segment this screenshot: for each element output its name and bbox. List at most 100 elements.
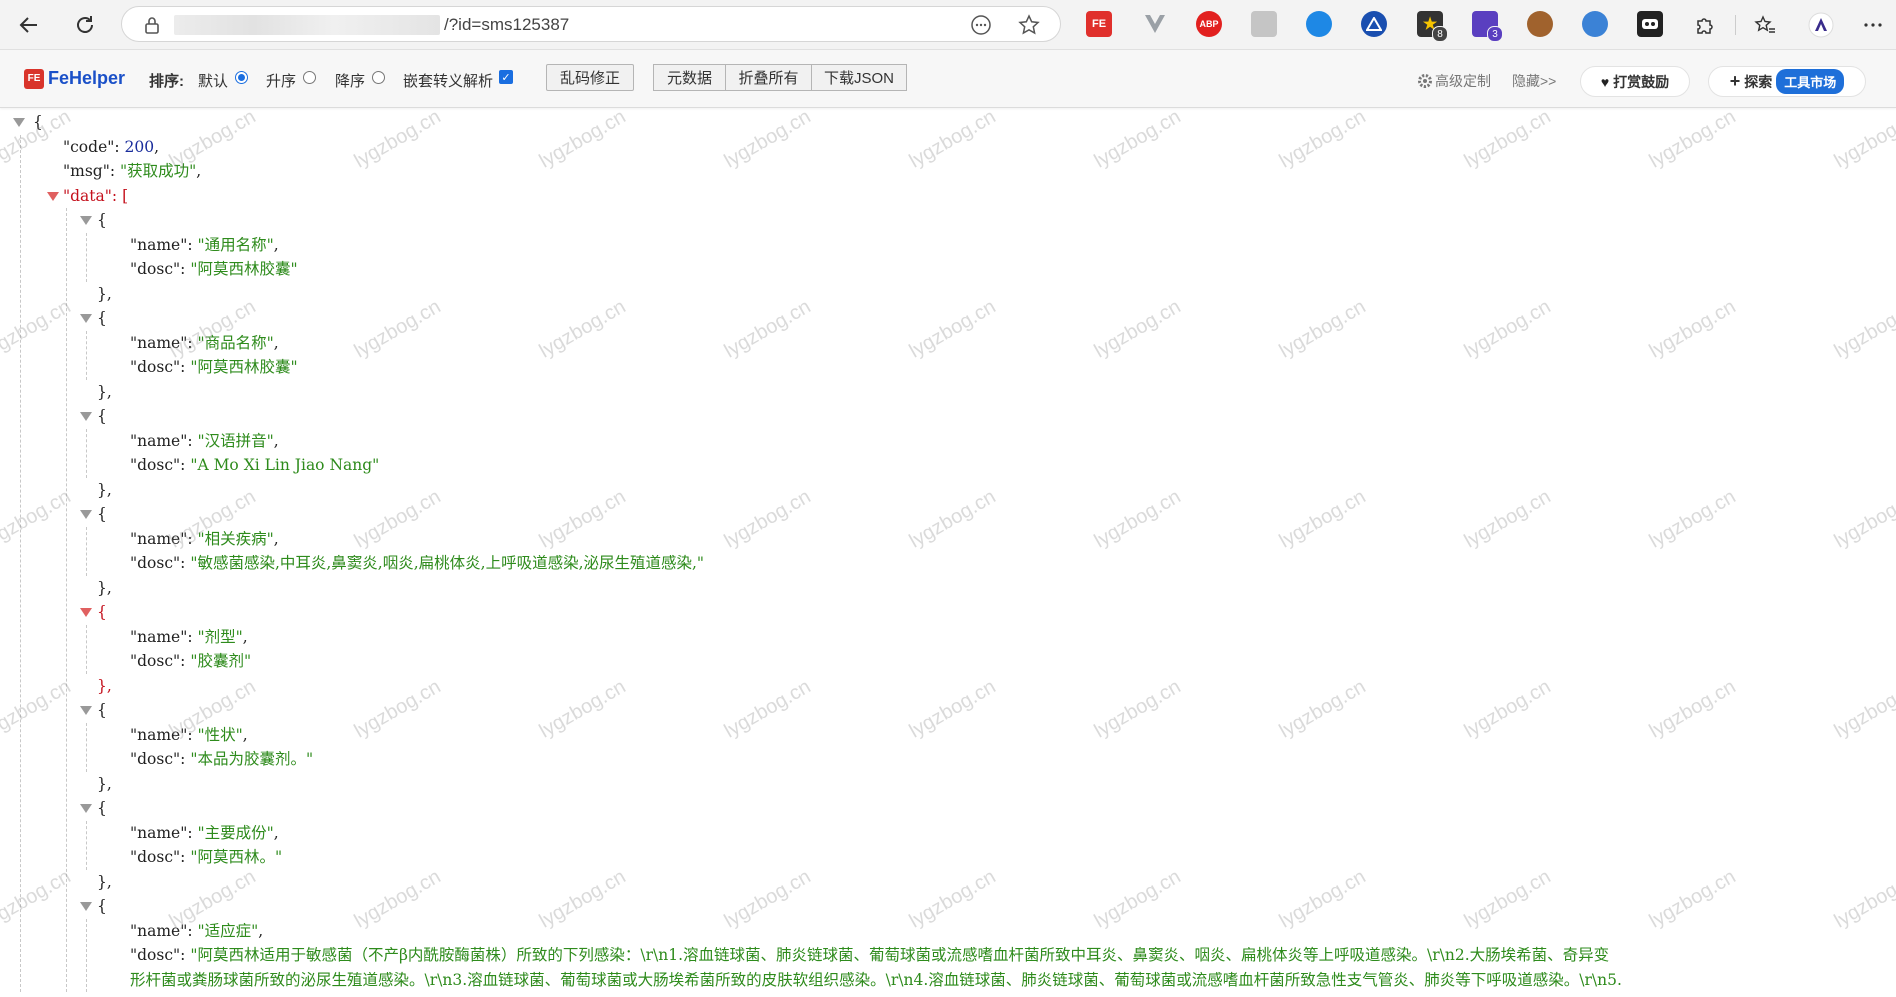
react-devtools-icon[interactable] — [1251, 11, 1277, 37]
sort-default-radio[interactable] — [235, 71, 248, 84]
more-menu-button[interactable] — [1858, 10, 1888, 40]
media-ext-icon[interactable] — [1306, 11, 1332, 37]
json-object-close: }, — [97, 870, 112, 894]
indent-guide — [86, 526, 87, 576]
cube-ext-icon[interactable]: 3 — [1472, 11, 1503, 42]
json-punctuation: { — [97, 799, 107, 817]
indent-guide — [86, 428, 87, 478]
advanced-settings-label: 高级定制 — [1435, 73, 1491, 89]
json-name-line: "name": "汉语拼音", — [130, 429, 279, 453]
collapse-toggle-icon[interactable] — [13, 118, 25, 127]
more-dots-icon — [1864, 23, 1882, 27]
sort-asc-label: 升序 — [266, 73, 297, 90]
json-punctuation: }, — [97, 676, 112, 695]
json-code-line: "code": 200, — [63, 135, 159, 159]
donate-label: 打赏鼓励 — [1613, 73, 1670, 90]
raw-data-button[interactable]: 元数据 — [653, 64, 726, 91]
indent-guide — [20, 134, 21, 992]
reload-icon — [77, 16, 93, 33]
json-punctuation: : — [180, 358, 191, 376]
plus-icon: + — [1729, 71, 1741, 91]
profile-button[interactable] — [1806, 10, 1836, 40]
vue-devtools-icon[interactable] — [1142, 11, 1168, 37]
json-punctuation: { — [97, 701, 107, 719]
reload-button[interactable] — [70, 10, 100, 40]
json-punctuation: , — [273, 529, 279, 548]
collapse-all-button[interactable]: 折叠所有 — [725, 64, 812, 91]
collapse-toggle-icon[interactable] — [80, 608, 92, 617]
indent-guide — [86, 820, 87, 870]
fehelper-logo-text: FeHelper — [48, 68, 126, 88]
indent-guide — [86, 232, 87, 282]
nested-escape-label: 嵌套转义解析 — [403, 73, 494, 90]
profile-avatar-icon — [1808, 12, 1834, 38]
json-object-open: { — [97, 208, 107, 232]
back-button[interactable] — [14, 10, 44, 40]
triangle-ext-icon[interactable] — [1361, 11, 1387, 37]
fix-garbled-button[interactable]: 乱码修正 — [546, 64, 634, 91]
explore-button[interactable]: + 探索 工具市场 — [1708, 66, 1866, 97]
collapse-toggle-icon[interactable] — [80, 706, 92, 715]
indent-guide — [66, 208, 67, 992]
json-punctuation: , — [258, 921, 264, 940]
json-dosc-line: "dosc": "本品为胶囊剂。" — [130, 747, 313, 771]
collapse-toggle-icon[interactable] — [80, 412, 92, 421]
json-punctuation: { — [97, 211, 107, 229]
json-string-value: 形杆菌或粪肠球菌所致的泌尿生殖道感染。\r\n3.溶血链球菌、葡萄球菌或大肠埃希… — [130, 970, 1622, 989]
json-punctuation: , — [196, 162, 202, 180]
json-string-value: "敏感菌感染,中耳炎,鼻窦炎,咽炎,扁桃体炎,上呼吸道感染,泌尿生殖道感染," — [190, 554, 705, 572]
json-punctuation: : — [180, 946, 191, 964]
fehelper-ext-icon[interactable]: FE — [1086, 11, 1112, 37]
cookie-ext-icon[interactable] — [1527, 11, 1553, 37]
json-punctuation: { — [33, 113, 43, 131]
mask-ext-icon[interactable] — [1637, 11, 1663, 37]
json-punctuation: { — [97, 407, 107, 425]
json-key: "dosc" — [130, 848, 181, 866]
json-object-close: }, — [97, 282, 112, 306]
json-key: "dosc" — [130, 358, 181, 376]
json-object-close: }, — [97, 674, 112, 698]
favorite-star-icon[interactable] — [1018, 14, 1040, 40]
star-ext-icon[interactable]: ★ 8 — [1417, 11, 1448, 42]
json-object-open: { — [97, 306, 107, 330]
donate-button[interactable]: ♥ 打赏鼓励 — [1580, 66, 1690, 97]
reader-mode-icon[interactable] — [970, 14, 992, 40]
extensions-puzzle-icon[interactable] — [1692, 11, 1718, 37]
json-punctuation: , — [242, 627, 248, 646]
collapse-toggle-icon[interactable] — [47, 191, 59, 201]
json-object-close: }, — [97, 576, 112, 600]
sort-desc-radio[interactable] — [372, 71, 385, 84]
json-punctuation: : — [109, 162, 120, 180]
fehelper-logo-icon: FE — [24, 68, 44, 89]
address-bar[interactable]: /?id=sms125387 — [121, 6, 1061, 42]
json-punctuation: : — [180, 750, 191, 768]
json-key: "dosc" — [130, 260, 181, 278]
collapse-toggle-icon[interactable] — [80, 216, 92, 225]
indent-guide — [86, 918, 87, 992]
fehelper-logo[interactable]: FE FeHelper — [24, 68, 125, 89]
collapse-toggle-icon[interactable] — [80, 902, 92, 911]
collapse-toggle-icon[interactable] — [80, 314, 92, 323]
json-name-line: "name": "主要成份", — [130, 821, 279, 845]
hide-toolbar-link[interactable]: 隐藏>> — [1512, 71, 1556, 91]
collapse-toggle-icon[interactable] — [80, 804, 92, 813]
download-json-button[interactable]: 下载JSON — [811, 64, 907, 91]
json-punctuation: : — [187, 333, 198, 352]
nested-escape-checkbox[interactable]: ✓ — [499, 70, 513, 84]
adblock-plus-icon[interactable]: ABP — [1196, 11, 1222, 37]
favorites-button[interactable] — [1750, 10, 1780, 40]
json-punctuation: : — [180, 848, 191, 866]
gear-icon — [1418, 74, 1432, 88]
collapse-toggle-icon[interactable] — [80, 510, 92, 519]
json-string-value: "阿莫西林适用于敏感菌（不产β内酰胺酶菌株）所致的下列感染：\r\n1.溶血链球… — [190, 946, 1610, 964]
sort-asc-radio[interactable] — [303, 71, 316, 84]
json-string-value: "本品为胶囊剂。" — [190, 750, 314, 768]
tool-market-tag[interactable]: 工具市场 — [1776, 69, 1845, 94]
json-punctuation: : — [187, 431, 198, 450]
json-string-value: "阿莫西林胶囊" — [190, 260, 298, 278]
json-dosc-line-wrap: 形杆菌或粪肠球菌所致的泌尿生殖道感染。\r\n3.溶血链球菌、葡萄球菌或大肠埃希… — [130, 968, 1622, 992]
molecule-ext-icon[interactable] — [1582, 11, 1608, 37]
json-msg-line: "msg": "获取成功", — [63, 159, 201, 183]
json-punctuation: , — [273, 235, 279, 254]
advanced-settings-link[interactable]: 高级定制 — [1417, 71, 1491, 91]
